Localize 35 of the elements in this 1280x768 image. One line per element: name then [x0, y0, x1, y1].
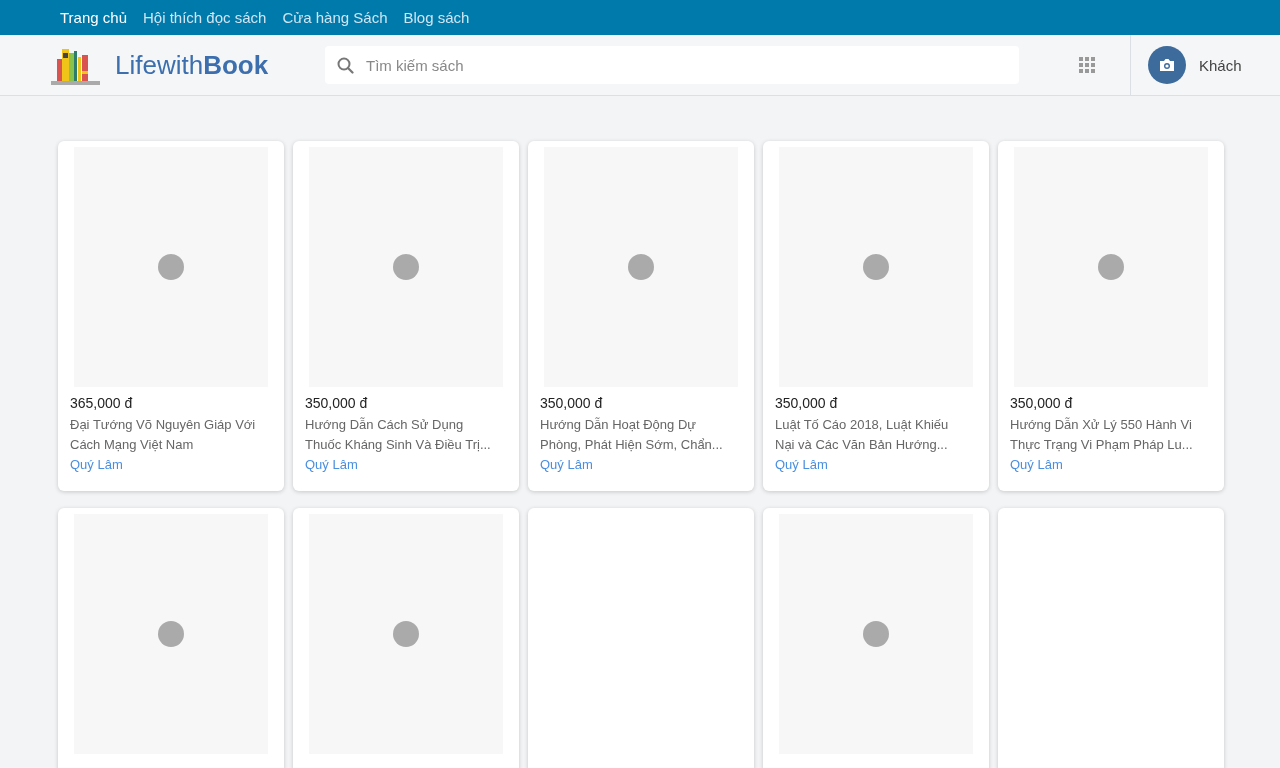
author-link[interactable]: Quý Lâm — [775, 457, 828, 472]
book-card[interactable]: 350,000 đ Hướng Dẫn Hoạt Động Dự Phòng, Phát Hiện Sớm, Chẩn... Quý Lâm — [528, 141, 754, 491]
author-link[interactable]: Quý Lâm — [305, 457, 358, 472]
book-price: 350,000 đ — [540, 395, 603, 411]
nav-link[interactable]: Hội thích đọc sách — [135, 9, 275, 26]
book-title[interactable]: Luật Tố Cáo 2018, Luật Khiếu Nại và Các Văn Bản Hướng... — [775, 415, 977, 455]
book-card[interactable] — [58, 508, 284, 768]
author-link[interactable]: Quý Lâm — [70, 457, 123, 472]
book-card[interactable] — [293, 508, 519, 768]
nav-link[interactable]: Blog sách — [395, 9, 478, 26]
search-field[interactable]: Tìm kiếm sách — [325, 46, 1019, 84]
book-price: 350,000 đ — [1010, 395, 1073, 411]
author-link[interactable]: Quý Lâm — [540, 457, 593, 472]
author-link[interactable]: Quý Lâm — [1010, 457, 1063, 472]
book-card[interactable]: 350,000 đ Luật Tố Cáo 2018, Luật Khiếu Nại và Các Văn Bản Hướng... Quý Lâm — [763, 141, 989, 491]
user-name[interactable]: Khách — [1199, 56, 1242, 74]
nav-link[interactable]: Cửa hàng Sách — [274, 9, 396, 26]
book-card[interactable] — [528, 508, 754, 768]
book-card[interactable] — [763, 508, 989, 768]
book-title[interactable]: Đại Tướng Võ Nguyên Giáp Với Cách Mạng Việt Nam — [70, 415, 272, 455]
book-card[interactable]: 350,000 đ Hướng Dẫn Xử Lý 550 Hành Vi Thực Trạng Vi Phạm Pháp Lu... Quý Lâm — [998, 141, 1224, 491]
camera-avatar-icon[interactable] — [1148, 46, 1186, 84]
nav-link[interactable]: Trang chủ — [52, 9, 135, 26]
book-card[interactable]: 365,000 đ Đại Tướng Võ Nguyên Giáp Với Cách Mạng Việt Nam Quý Lâm — [58, 141, 284, 491]
book-price: 365,000 đ — [70, 395, 133, 411]
book-price: 350,000 đ — [775, 395, 838, 411]
apps-grid-icon[interactable] — [1079, 57, 1095, 73]
book-title[interactable]: Hướng Dẫn Xử Lý 550 Hành Vi Thực Trạng Vi Phạm Pháp Lu... — [1010, 415, 1212, 455]
book-title[interactable]: Hướng Dẫn Cách Sử Dụng Thuốc Kháng Sinh Và Điều Trị... — [305, 415, 507, 455]
book-card[interactable] — [998, 508, 1224, 768]
book-title[interactable]: Hướng Dẫn Hoạt Động Dự Phòng, Phát Hiện Sớm, Chẩn... — [540, 415, 742, 455]
book-price: 350,000 đ — [305, 395, 368, 411]
book-card[interactable]: 350,000 đ Hướng Dẫn Cách Sử Dụng Thuốc Kháng Sinh Và Điều Trị... Quý Lâm — [293, 141, 519, 491]
logo-text[interactable]: LifewithBook — [115, 49, 269, 81]
search-icon — [337, 57, 354, 74]
